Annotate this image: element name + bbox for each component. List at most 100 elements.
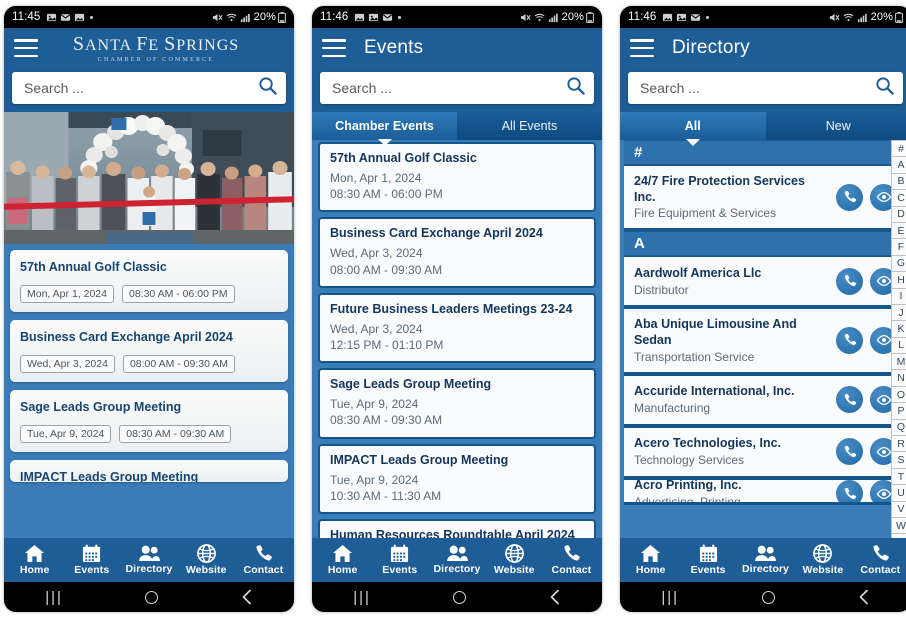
nav-website[interactable]: Website — [794, 544, 851, 576]
nav-events[interactable]: Events — [63, 544, 120, 576]
nav-directory[interactable]: Directory — [428, 545, 485, 575]
nav-contact[interactable]: Contact — [543, 544, 600, 576]
alpha-index-letter[interactable]: # — [891, 140, 906, 158]
alpha-index-letter[interactable]: S — [891, 451, 906, 469]
phone-icon[interactable] — [836, 386, 863, 413]
recents-icon[interactable]: ||| — [353, 589, 371, 606]
home-circle-icon[interactable] — [453, 590, 467, 604]
event-card[interactable]: Sage Leads Group Meeting Tue, Apr 9, 202… — [10, 390, 288, 452]
back-icon[interactable] — [241, 589, 253, 605]
event-card[interactable]: IMPACT Leads Group Meeting Tue, Apr 9, 2… — [318, 443, 596, 514]
nav-contact[interactable]: Contact — [852, 544, 906, 576]
nav-website[interactable]: Website — [178, 544, 235, 576]
event-card[interactable]: Human Resources Roundtable April 2024 Tu… — [318, 518, 596, 538]
nav-website[interactable]: Website — [486, 544, 543, 576]
event-chips: Wed, Apr 3, 2024 08:00 AM - 09:30 AM — [20, 355, 278, 373]
battery-status: 20% — [254, 11, 286, 23]
alpha-index-letter[interactable]: C — [891, 189, 906, 207]
alpha-index-letter[interactable]: J — [891, 303, 906, 322]
home-circle-icon[interactable] — [145, 590, 159, 604]
event-card[interactable]: Future Business Leaders Meetings 23-24 W… — [318, 292, 596, 364]
alpha-index-letter[interactable]: F — [891, 238, 906, 256]
back-icon[interactable] — [858, 589, 870, 605]
directory-row[interactable]: Accuride International, Inc. Manufacturi… — [624, 374, 906, 427]
event-card[interactable]: 57th Annual Golf Classic Mon, Apr 1, 202… — [318, 142, 596, 213]
event-date-chip: Wed, Apr 3, 2024 — [20, 355, 115, 373]
alpha-index-letter[interactable]: V — [891, 500, 906, 518]
search-icon[interactable] — [258, 76, 278, 100]
tab-new[interactable]: New — [765, 112, 906, 140]
nav-events[interactable]: Events — [679, 544, 736, 576]
alpha-index-letter[interactable]: U — [891, 484, 906, 502]
alpha-index-letter[interactable]: K — [891, 320, 906, 338]
battery-icon — [586, 11, 594, 23]
directory-row-partial[interactable]: Acro Printing, Inc. Advertising, Printin… — [624, 478, 906, 505]
back-icon[interactable] — [549, 589, 561, 605]
search-icon[interactable] — [566, 76, 586, 100]
nav-directory[interactable]: Directory — [120, 545, 177, 575]
business-category: Technology Services — [634, 452, 745, 467]
recents-icon[interactable]: ||| — [661, 589, 679, 606]
nav-home[interactable]: Home — [314, 544, 371, 576]
alpha-index-letter[interactable]: R — [891, 435, 906, 453]
status-time: 11:45 — [12, 11, 41, 23]
status-left: 11:46 — [628, 11, 710, 23]
event-title: IMPACT Leads Group Meeting — [330, 452, 509, 467]
alpha-index-letter[interactable]: H — [891, 271, 906, 289]
alpha-index-letter[interactable]: O — [891, 385, 906, 404]
directory-row[interactable]: Aba Unique Limousine And Sedan Transport… — [624, 308, 906, 375]
nav-events[interactable]: Events — [371, 544, 428, 576]
alpha-index-letter[interactable]: G — [891, 254, 906, 273]
event-time: 08:00 AM - 09:30 AM — [330, 262, 443, 277]
alpha-index-letter[interactable]: E — [891, 221, 906, 240]
event-card[interactable]: Business Card Exchange April 2024 Wed, A… — [318, 217, 596, 288]
alpha-index-letter[interactable]: Q — [891, 418, 906, 437]
row-actions — [836, 183, 897, 211]
search-bar[interactable] — [12, 72, 286, 104]
directory-row[interactable]: Acero Technologies, Inc. Technology Serv… — [624, 426, 906, 479]
phone-icon[interactable] — [836, 267, 863, 295]
alpha-index-letter[interactable]: I — [891, 287, 906, 305]
tab-chamber-events[interactable]: Chamber Events — [312, 112, 457, 140]
directory-row[interactable]: 24/7 Fire Protection Services Inc. Fire … — [624, 165, 906, 232]
event-card[interactable]: 57th Annual Golf Classic Mon, Apr 1, 202… — [10, 250, 288, 312]
alpha-index-letter[interactable]: B — [891, 172, 906, 191]
alpha-index-letter[interactable]: P — [891, 402, 906, 420]
alpha-index-letter[interactable]: W — [891, 516, 906, 535]
alpha-index-letter[interactable]: T — [891, 467, 906, 486]
alpha-index-letter[interactable]: M — [891, 353, 906, 371]
event-card[interactable]: Business Card Exchange April 2024 Wed, A… — [10, 320, 288, 382]
search-input[interactable] — [24, 80, 258, 96]
phone-icon[interactable] — [836, 438, 863, 465]
menu-icon[interactable] — [322, 39, 346, 57]
alphabet-index[interactable]: #ABCDEFGHIJKLMNOPQRSTUVWX — [891, 140, 906, 538]
tab-all-events[interactable]: All Events — [457, 112, 602, 140]
recents-icon[interactable]: ||| — [45, 589, 63, 606]
status-bar: 11:46 20% — [312, 6, 602, 28]
home-circle-icon[interactable] — [761, 590, 775, 604]
phone-icon[interactable] — [836, 183, 863, 211]
tab-all[interactable]: All — [620, 112, 766, 140]
alpha-index-letter[interactable]: N — [891, 369, 906, 387]
alpha-index-letter[interactable]: D — [891, 205, 906, 223]
nav-home[interactable]: Home — [6, 544, 63, 576]
alpha-index-letter[interactable]: X — [891, 533, 906, 538]
directory-row[interactable]: Aardwolf America Llc Distributor — [624, 256, 906, 309]
phone-icon[interactable] — [836, 480, 863, 502]
phone-icon[interactable] — [836, 326, 863, 354]
alpha-index-letter[interactable]: L — [891, 336, 906, 355]
event-card[interactable]: Sage Leads Group Meeting Tue, Apr 9, 202… — [318, 368, 596, 439]
search-icon[interactable] — [875, 76, 895, 100]
search-input[interactable] — [332, 80, 566, 96]
nav-contact[interactable]: Contact — [235, 544, 292, 576]
menu-icon[interactable] — [630, 39, 654, 57]
search-bar[interactable] — [628, 72, 903, 104]
nav-home[interactable]: Home — [622, 544, 679, 576]
nav-directory[interactable]: Directory — [737, 545, 794, 575]
status-bar: 11:46 20% — [620, 6, 906, 28]
search-input[interactable] — [640, 80, 875, 96]
event-card-partial[interactable]: IMPACT Leads Group Meeting — [10, 460, 288, 482]
logo-subtitle: CHAMBER OF COMMERCE — [97, 57, 215, 63]
alpha-index-letter[interactable]: A — [891, 156, 906, 174]
search-bar[interactable] — [320, 72, 594, 104]
